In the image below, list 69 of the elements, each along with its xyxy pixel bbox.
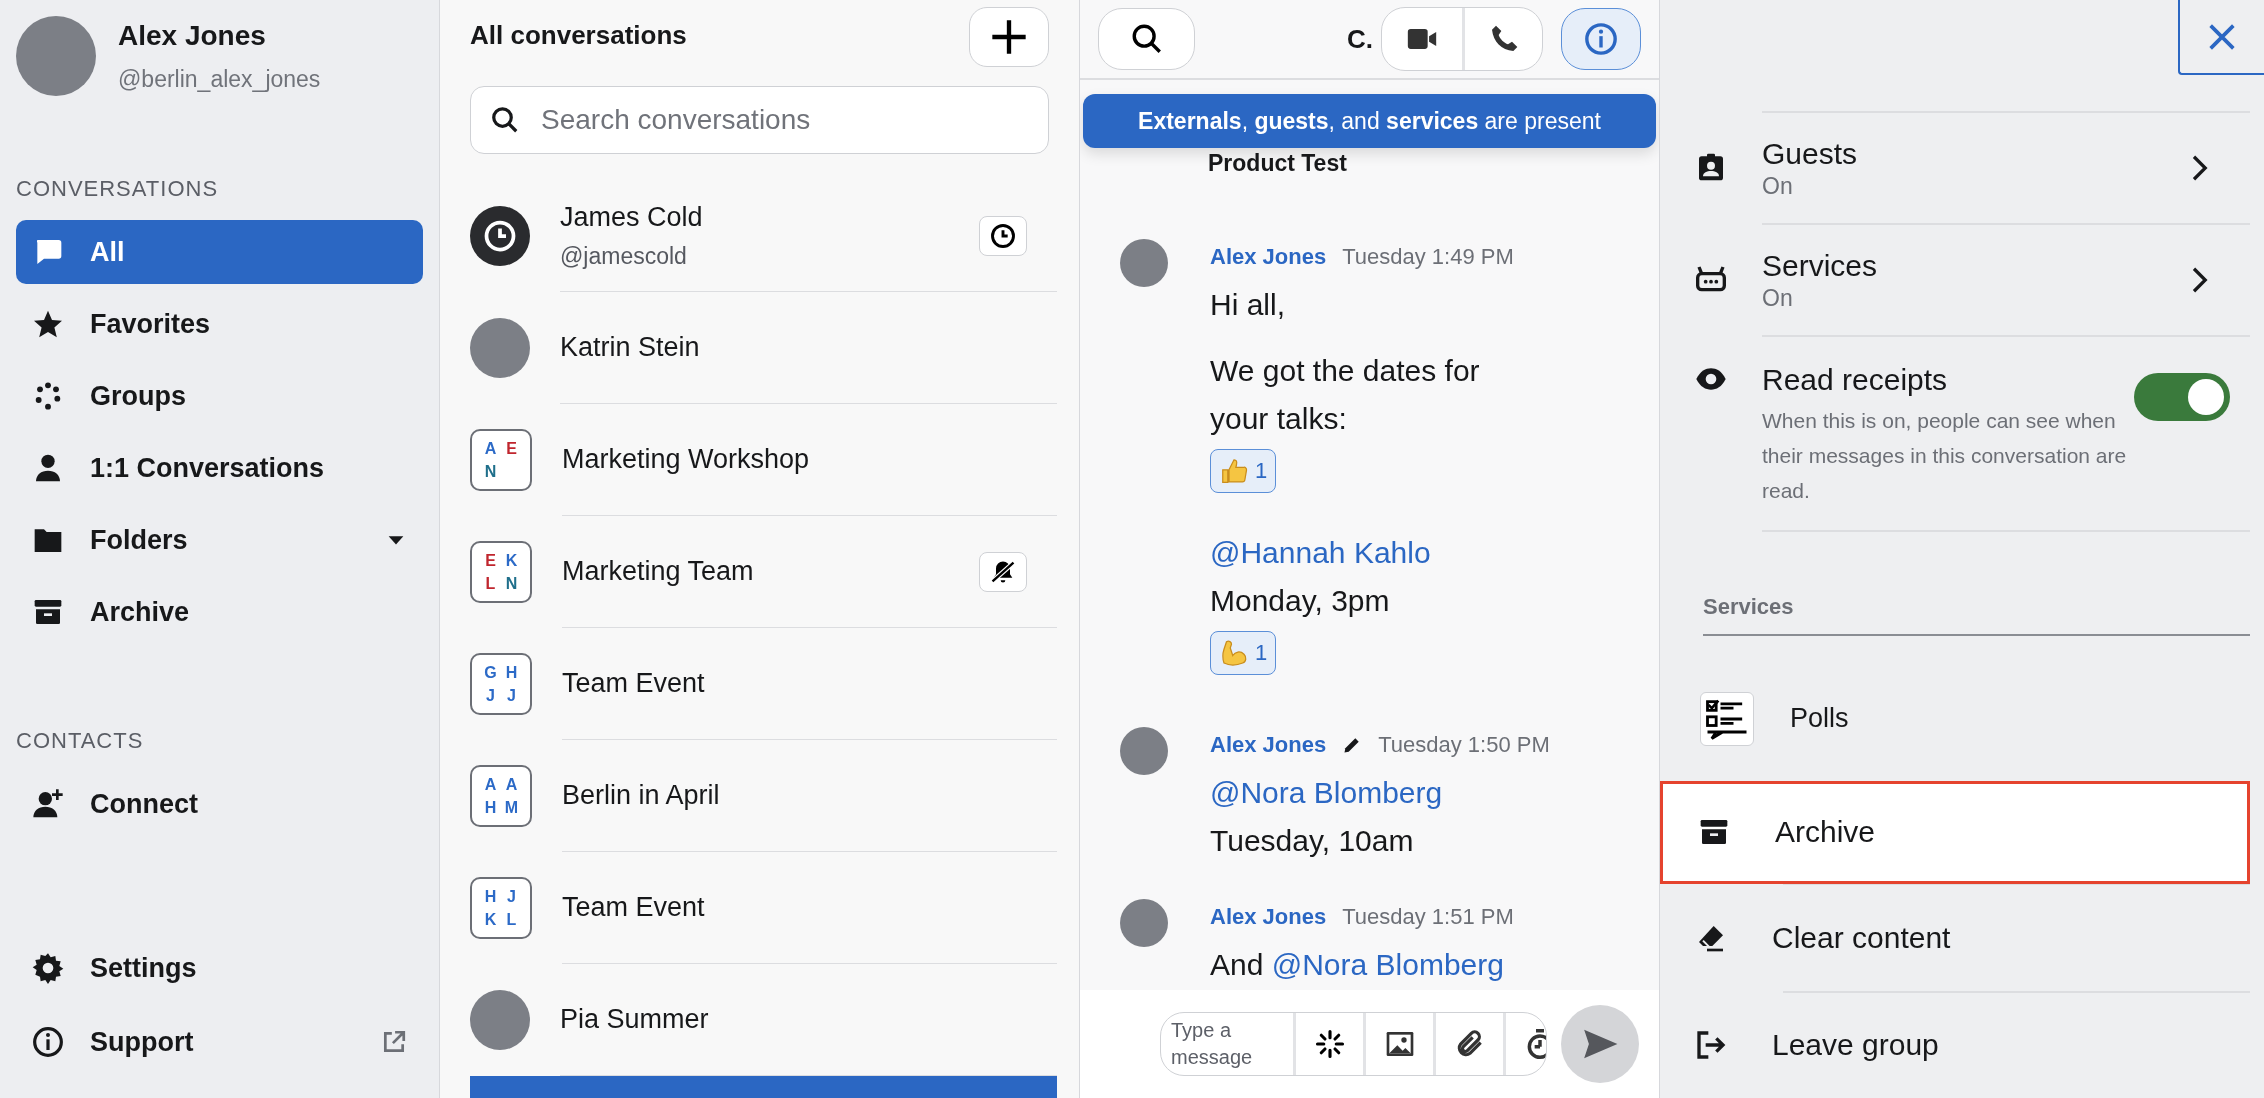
section-title: CONTACTS: [16, 728, 145, 754]
conversation-title: C.: [1347, 23, 1373, 55]
service-item[interactable]: Polls: [1660, 684, 2264, 754]
message-text: Tuesday, 10am: [1210, 823, 1415, 859]
action-item[interactable]: Clear content: [1660, 885, 2250, 991]
user-handle: @berlin_alex_jones: [118, 65, 321, 93]
sidebar-item[interactable]: Favorites: [16, 292, 423, 356]
sidebar-item[interactable]: Settings: [16, 936, 423, 1000]
conversation-name: Marketing Team: [562, 556, 755, 587]
conversation-row[interactable]: H J K L Team Event: [470, 852, 1057, 964]
reaction-chip[interactable]: 1: [1210, 449, 1277, 493]
sidebar-item[interactable]: All: [16, 220, 423, 284]
author-name: Alex Jones: [1210, 732, 1327, 758]
settings-row[interactable]: Guests On: [1660, 111, 2264, 224]
conversation-name: Berlin in April: [562, 780, 721, 811]
conversation-name: Marketing Workshop: [562, 444, 811, 475]
list-title: All conversations: [470, 19, 687, 51]
message-text: We got the dates for your talks:: [1210, 353, 1481, 437]
action-item[interactable]: Archive: [1660, 781, 2250, 884]
conversation-row[interactable]: A E N Marketing Workshop: [470, 404, 1057, 516]
mention-link[interactable]: @Nora Blomberg: [1271, 948, 1504, 981]
sidebar-item[interactable]: Groups: [16, 364, 423, 428]
message-input[interactable]: Type a message: [1161, 1013, 1293, 1075]
sidebar-item[interactable]: Support: [16, 1010, 423, 1074]
sidebar-item[interactable]: Archive: [16, 580, 423, 644]
search-field[interactable]: Search conversations: [470, 86, 1049, 154]
conversation-name: Team Event: [562, 892, 706, 923]
conversation-name: Pia Summer: [560, 1004, 710, 1035]
group-avatar: A A H M: [470, 765, 532, 827]
conversation-name: Team Event: [562, 668, 706, 699]
message-text: Hi all,: [1210, 287, 1286, 323]
conversation-row[interactable]: A A H M Berlin in April: [470, 740, 1057, 852]
row-value: On: [1762, 284, 1794, 312]
group-avatar: E K L N: [470, 541, 532, 603]
author-name: Alex Jones: [1210, 904, 1327, 930]
row-label: Services: [1762, 248, 1879, 283]
conversation-row[interactable]: Katrin Stein: [470, 292, 1057, 404]
message-time: Tuesday 1:50 PM: [1378, 732, 1550, 758]
row-description: When this is on, people can see when their messages in this conversation are read.: [1762, 408, 2128, 505]
group-avatar: G H J J: [470, 653, 532, 715]
conversation-name: James Cold: [560, 201, 704, 233]
user-name: Alex Jones: [118, 19, 267, 52]
conversation-handle: @jamescold: [560, 242, 688, 270]
action-item[interactable]: Leave group: [1660, 992, 2250, 1098]
group-avatar: A E N: [470, 429, 532, 491]
section-title: Services: [1703, 594, 2250, 637]
conversation-name: Katrin Stein: [560, 332, 701, 363]
row-value: On: [1762, 172, 1794, 200]
conversation-row[interactable]: E K L N Marketing Team: [470, 516, 1057, 628]
row-label: Guests: [1762, 136, 1859, 171]
message-time: Tuesday 1:51 PM: [1342, 904, 1514, 930]
conversation-row[interactable]: G H J J Team Event: [470, 628, 1057, 740]
group-avatar: H J K L: [470, 877, 532, 939]
message-time: Tuesday 1:49 PM: [1342, 244, 1514, 270]
sidebar-item[interactable]: Folders: [16, 508, 423, 572]
mention-link[interactable]: @Nora Blomberg: [1210, 776, 1443, 809]
message-text: Monday, 3pm: [1210, 583, 1391, 619]
settings-row[interactable]: Services On: [1660, 223, 2264, 336]
mention-link[interactable]: @Hannah Kahlo: [1210, 536, 1431, 569]
row-label: Read receipts: [1762, 363, 1949, 398]
reaction-chip[interactable]: 1: [1210, 631, 1277, 675]
sidebar-item[interactable]: Connect: [16, 772, 423, 836]
sidebar-item[interactable]: 1:1 Conversations: [16, 436, 423, 500]
conversation-row[interactable]: James Cold @jamescold: [470, 180, 1057, 292]
message-text: And @Nora Blomberg: [1210, 947, 1505, 983]
banner-text: Externals, guests, and services are present: [1138, 107, 1601, 135]
section-title: CONVERSATIONS: [16, 176, 220, 202]
author-name: Alex Jones: [1210, 244, 1327, 270]
system-message: Product Test: [1207, 150, 1348, 177]
